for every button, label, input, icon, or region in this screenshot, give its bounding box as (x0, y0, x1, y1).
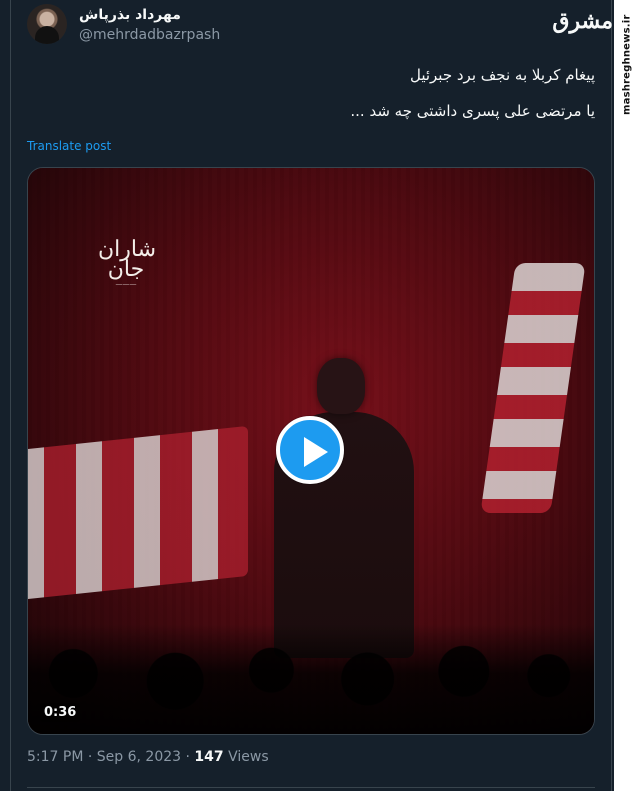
tweet-divider (27, 787, 595, 788)
views-count: 147 (194, 749, 224, 765)
video-logo: شاران جان ——— (98, 237, 157, 300)
user-handle[interactable]: @mehrdadbazrpash (79, 27, 220, 43)
watermark-logo: مشرق (552, 8, 613, 34)
watermark-site-text: mashreghnews.ir (621, 14, 633, 116)
video-logo-small-rule: ——— (115, 280, 137, 288)
play-button[interactable] (276, 416, 344, 484)
tweet-meta: 5:17 PM · Sep 6, 2023 · 147 Views (27, 749, 269, 765)
screenshot-root: مهرداد بذرپاش @mehrdadbazrpash پیغام کرب… (0, 0, 643, 791)
meta-separator: · (87, 749, 93, 765)
display-name[interactable]: مهرداد بذرپاش (79, 7, 181, 23)
avatar[interactable] (27, 4, 67, 44)
video-duration: 0:36 (40, 703, 81, 722)
tweet-text-line-2: یا مرتضی علی پسری داشتی چه شد ... (350, 102, 595, 120)
striped-flag-left (28, 425, 248, 601)
video-media[interactable]: شاران جان ——— 0:36 (27, 167, 595, 735)
translate-post-link[interactable]: Translate post (27, 139, 111, 153)
views-label: Views (228, 749, 269, 765)
tweet-text: پیغام کربلا به نجف برد جبرئیل یا مرتضی ع… (55, 64, 595, 122)
video-logo-text: شاران جان (98, 237, 157, 282)
crowd-silhouette (28, 624, 594, 734)
meta-separator: · (185, 749, 190, 765)
tweet-date[interactable]: Sep 6, 2023 (97, 749, 181, 765)
tweet-text-gap (55, 86, 595, 100)
play-icon (304, 437, 328, 467)
speaker-head-silhouette (317, 358, 365, 414)
tweet-time[interactable]: 5:17 PM (27, 749, 83, 765)
tweet-card: مهرداد بذرپاش @mehrdadbazrpash پیغام کرب… (10, 0, 612, 791)
tweet-text-line-1: پیغام کربلا به نجف برد جبرئیل (409, 66, 595, 84)
